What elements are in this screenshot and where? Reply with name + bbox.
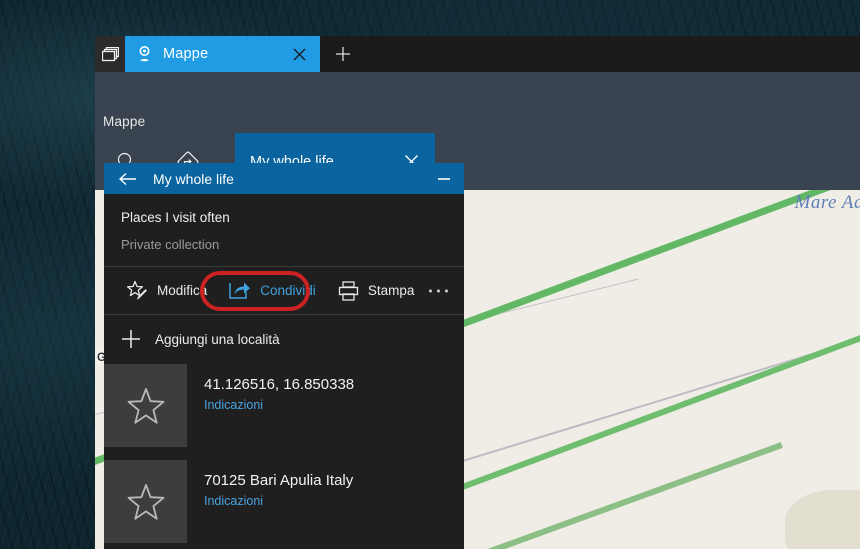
star-pencil-icon	[126, 280, 148, 301]
edit-button[interactable]: Modifica	[118, 274, 215, 307]
collection-name: Places I visit often	[121, 210, 230, 225]
edit-button-label: Modifica	[157, 283, 208, 298]
browser-tab-mappe[interactable]: Mappe	[125, 36, 320, 72]
browser-titlebar: Mappe	[95, 36, 860, 72]
print-button[interactable]: Stampa	[330, 275, 423, 307]
minimize-button[interactable]	[433, 168, 455, 190]
directions-link[interactable]: Indicazioni	[204, 398, 354, 412]
share-icon	[229, 281, 251, 300]
desktop-wallpaper: Mappe Mappe My whole life Mare Ad My who…	[0, 0, 860, 549]
tab-stack-icon	[101, 46, 119, 62]
collection-panel: My whole life Places I visit often Priva…	[104, 163, 464, 549]
more-dot	[429, 289, 432, 292]
map-label-mare-adriatico: Mare Ad	[794, 192, 860, 213]
place-title: 70125 Bari Apulia Italy	[204, 472, 354, 489]
plus-icon	[121, 329, 141, 349]
more-dot	[445, 289, 448, 292]
add-place-label: Aggiungi una località	[155, 331, 280, 347]
collection-meta: Places I visit often Private collection	[104, 194, 464, 266]
star-icon	[126, 387, 166, 425]
list-item[interactable]: 41.126516, 16.850338 Indicazioni	[104, 363, 464, 447]
list-item[interactable]: 70125 Bari Apulia Italy Indicazioni	[104, 459, 464, 543]
more-options-button[interactable]	[429, 289, 448, 292]
browser-tab-title: Mappe	[163, 46, 209, 62]
add-place-button[interactable]: Aggiungi una località	[104, 315, 464, 363]
back-button[interactable]	[117, 168, 139, 190]
star-icon	[126, 483, 166, 521]
share-button-label: Condividi	[260, 283, 316, 298]
collection-visibility: Private collection	[121, 237, 220, 252]
place-thumbnail	[104, 364, 187, 447]
tab-close-button[interactable]	[286, 41, 312, 67]
collection-panel-title: My whole life	[153, 170, 234, 187]
app-title: Mappe	[103, 114, 146, 129]
tab-stack-button[interactable]	[95, 36, 125, 72]
map-pin-icon	[136, 45, 153, 63]
printer-icon	[338, 280, 359, 301]
collection-panel-header: My whole life	[104, 163, 464, 194]
new-tab-button[interactable]	[330, 41, 356, 67]
place-info: 41.126516, 16.850338 Indicazioni	[204, 364, 354, 447]
place-thumbnail	[104, 460, 187, 543]
print-button-label: Stampa	[367, 283, 415, 298]
directions-link[interactable]: Indicazioni	[204, 494, 353, 508]
collection-action-bar: Modifica Condividi Stampa	[104, 267, 464, 314]
place-info: 70125 Bari Apulia Italy Indicazioni	[204, 460, 353, 543]
more-dot	[437, 289, 440, 292]
place-title: 41.126516, 16.850338	[204, 376, 355, 393]
share-button[interactable]: Condividi	[221, 275, 324, 306]
